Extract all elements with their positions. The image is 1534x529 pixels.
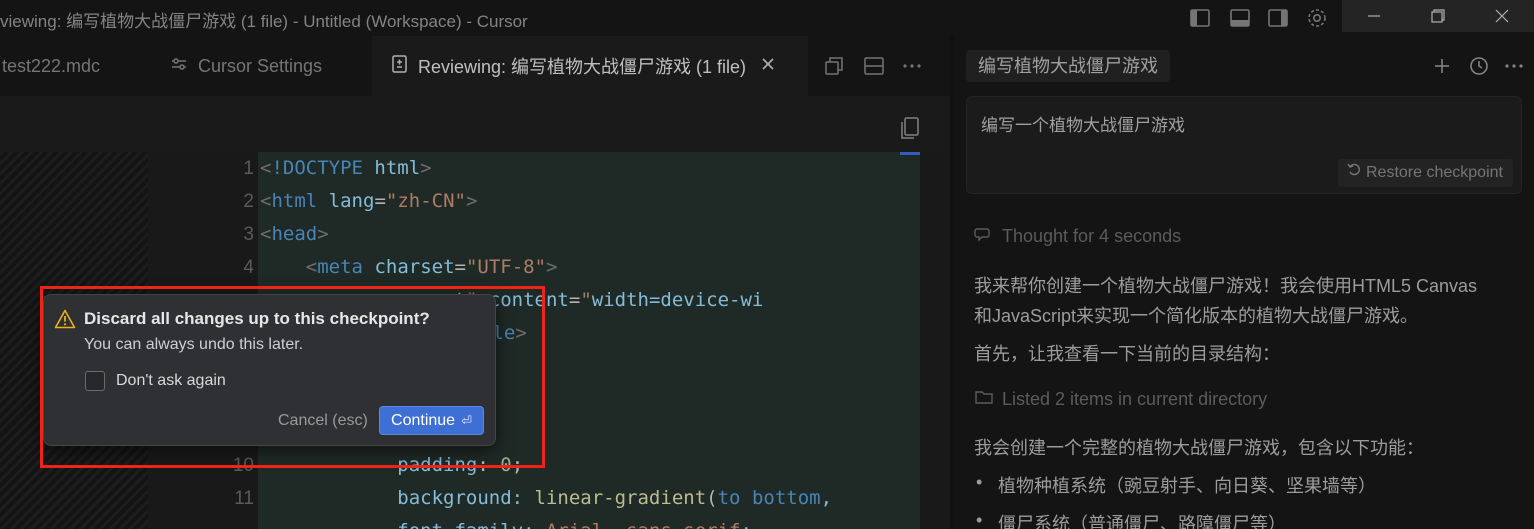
more-actions-icon[interactable] <box>900 54 924 78</box>
bullet-dot: • <box>976 472 983 492</box>
toggle-secondary-sidebar-icon[interactable] <box>1266 6 1290 30</box>
tab-label: Cursor Settings <box>198 55 323 76</box>
code-line: font-family: Arial, sans-serif; <box>260 515 752 529</box>
line-number: 3 <box>243 224 254 245</box>
toggle-primary-sidebar-icon[interactable] <box>1188 6 1212 30</box>
history-icon[interactable] <box>1467 54 1491 78</box>
assistant-text: 首先，让我查看一下当前的目录结构： <box>974 344 1280 364</box>
dont-ask-again-checkbox[interactable] <box>85 371 105 391</box>
user-message[interactable]: 编写一个植物大战僵尸游戏 Restore checkpoint <box>966 96 1522 194</box>
chat-panel: 编写植物大战僵尸游戏 编写一个植物大战僵尸游戏 Restore checkpoi… <box>954 36 1534 529</box>
title-bar: viewing: 编写植物大战僵尸游戏 (1 file) - Untitled … <box>0 0 1534 36</box>
split-editor-icon[interactable] <box>862 54 886 78</box>
assistant-text: 我来帮你创建一个植物大战僵尸游戏！我会使用HTML5 Canvas <box>974 276 1478 296</box>
minimize-button[interactable] <box>1342 0 1406 32</box>
thought-indicator[interactable]: Thought for 4 seconds <box>974 224 1181 249</box>
more-options-icon[interactable] <box>1502 54 1526 78</box>
dialog-title: Discard all changes up to this checkpoin… <box>84 309 430 328</box>
line-number: 2 <box>243 191 254 212</box>
code-line: <head> <box>260 223 329 245</box>
close-icon[interactable] <box>760 56 776 77</box>
restore-checkpoint-label: Restore checkpoint <box>1366 164 1503 181</box>
open-changes-icon[interactable] <box>822 54 846 78</box>
tab-label: test222.mdc <box>2 55 101 76</box>
restore-window-button[interactable] <box>1406 0 1470 32</box>
line-number: 4 <box>243 257 254 278</box>
code-line: padding: 0; <box>260 454 524 476</box>
bullet-dot: • <box>976 510 983 529</box>
settings-sliders-icon <box>170 55 188 78</box>
new-chat-icon[interactable] <box>1430 54 1454 78</box>
assistant-text: 和JavaScript来实现一个简化版本的植物大战僵尸游戏。 <box>974 306 1419 326</box>
assistant-text: 我会创建一个完整的植物大战僵尸游戏，包含以下功能： <box>974 438 1424 458</box>
continue-label: Continue <box>391 411 456 429</box>
thought-label: Thought for 4 seconds <box>1002 226 1182 246</box>
code-line: <meta charset="UTF-8"> <box>305 256 558 278</box>
scroll-position-marker <box>900 152 920 155</box>
copy-diff-icon[interactable] <box>898 114 924 145</box>
checkbox-label[interactable]: Don't ask again <box>116 372 226 390</box>
line-number: 10 <box>232 455 254 476</box>
tab-label: Reviewing: 编写植物大战僵尸游戏 (1 file) <box>418 57 747 77</box>
line-number: 11 <box>234 488 254 509</box>
editor-scrollbar[interactable] <box>900 152 950 529</box>
line-number: 1 <box>243 158 254 179</box>
warning-icon <box>54 309 76 334</box>
list-item: 植物种植系统（豌豆射手、向日葵、坚果墙等） <box>998 476 1376 496</box>
restore-checkpoint-button[interactable]: Restore checkpoint <box>1338 159 1513 187</box>
tool-call-listed[interactable]: Listed 2 items in current directory <box>974 387 1267 412</box>
cancel-button[interactable]: Cancel (esc) <box>278 412 368 430</box>
folder-icon <box>974 387 994 412</box>
code-line: <html lang="zh-CN"> <box>260 190 478 212</box>
tab-test222-mdc[interactable]: test222.mdc <box>0 36 150 96</box>
dialog-subtitle: You can always undo this later. <box>84 336 304 353</box>
list-item: 僵尸系统（普通僵尸、路障僵尸等） <box>998 514 1286 529</box>
close-window-button[interactable] <box>1470 0 1534 32</box>
enter-key-icon: ⏎ <box>461 412 472 428</box>
restore-icon <box>1346 159 1362 187</box>
window-controls <box>1342 0 1534 32</box>
continue-button[interactable]: Continue ⏎ <box>379 406 484 435</box>
user-message-text: 编写一个植物大战僵尸游戏 <box>981 116 1185 135</box>
chat-tab[interactable]: 编写植物大战僵尸游戏 <box>966 50 1170 82</box>
code-line: <!DOCTYPE html> <box>260 157 432 179</box>
tab-cursor-settings[interactable]: Cursor Settings <box>150 36 370 96</box>
settings-gear-icon[interactable] <box>1305 6 1329 30</box>
editor-tab-bar: test222.mdc Cursor Settings Reviewing: 编… <box>0 36 950 96</box>
tool-call-label: Listed 2 items in current directory <box>1002 389 1268 409</box>
file-diff-icon <box>390 54 410 79</box>
tab-reviewing[interactable]: Reviewing: 编写植物大战僵尸游戏 (1 file) <box>372 36 808 96</box>
code-line: background: linear-gradient(to bottom, <box>260 487 833 509</box>
editor-toolbar <box>0 96 950 152</box>
thought-bubble-icon <box>974 224 994 249</box>
discard-changes-dialog: Discard all changes up to this checkpoin… <box>43 294 496 446</box>
toggle-panel-icon[interactable] <box>1228 6 1252 30</box>
window-title: viewing: 编写植物大战僵尸游戏 (1 file) - Untitled … <box>0 12 528 31</box>
